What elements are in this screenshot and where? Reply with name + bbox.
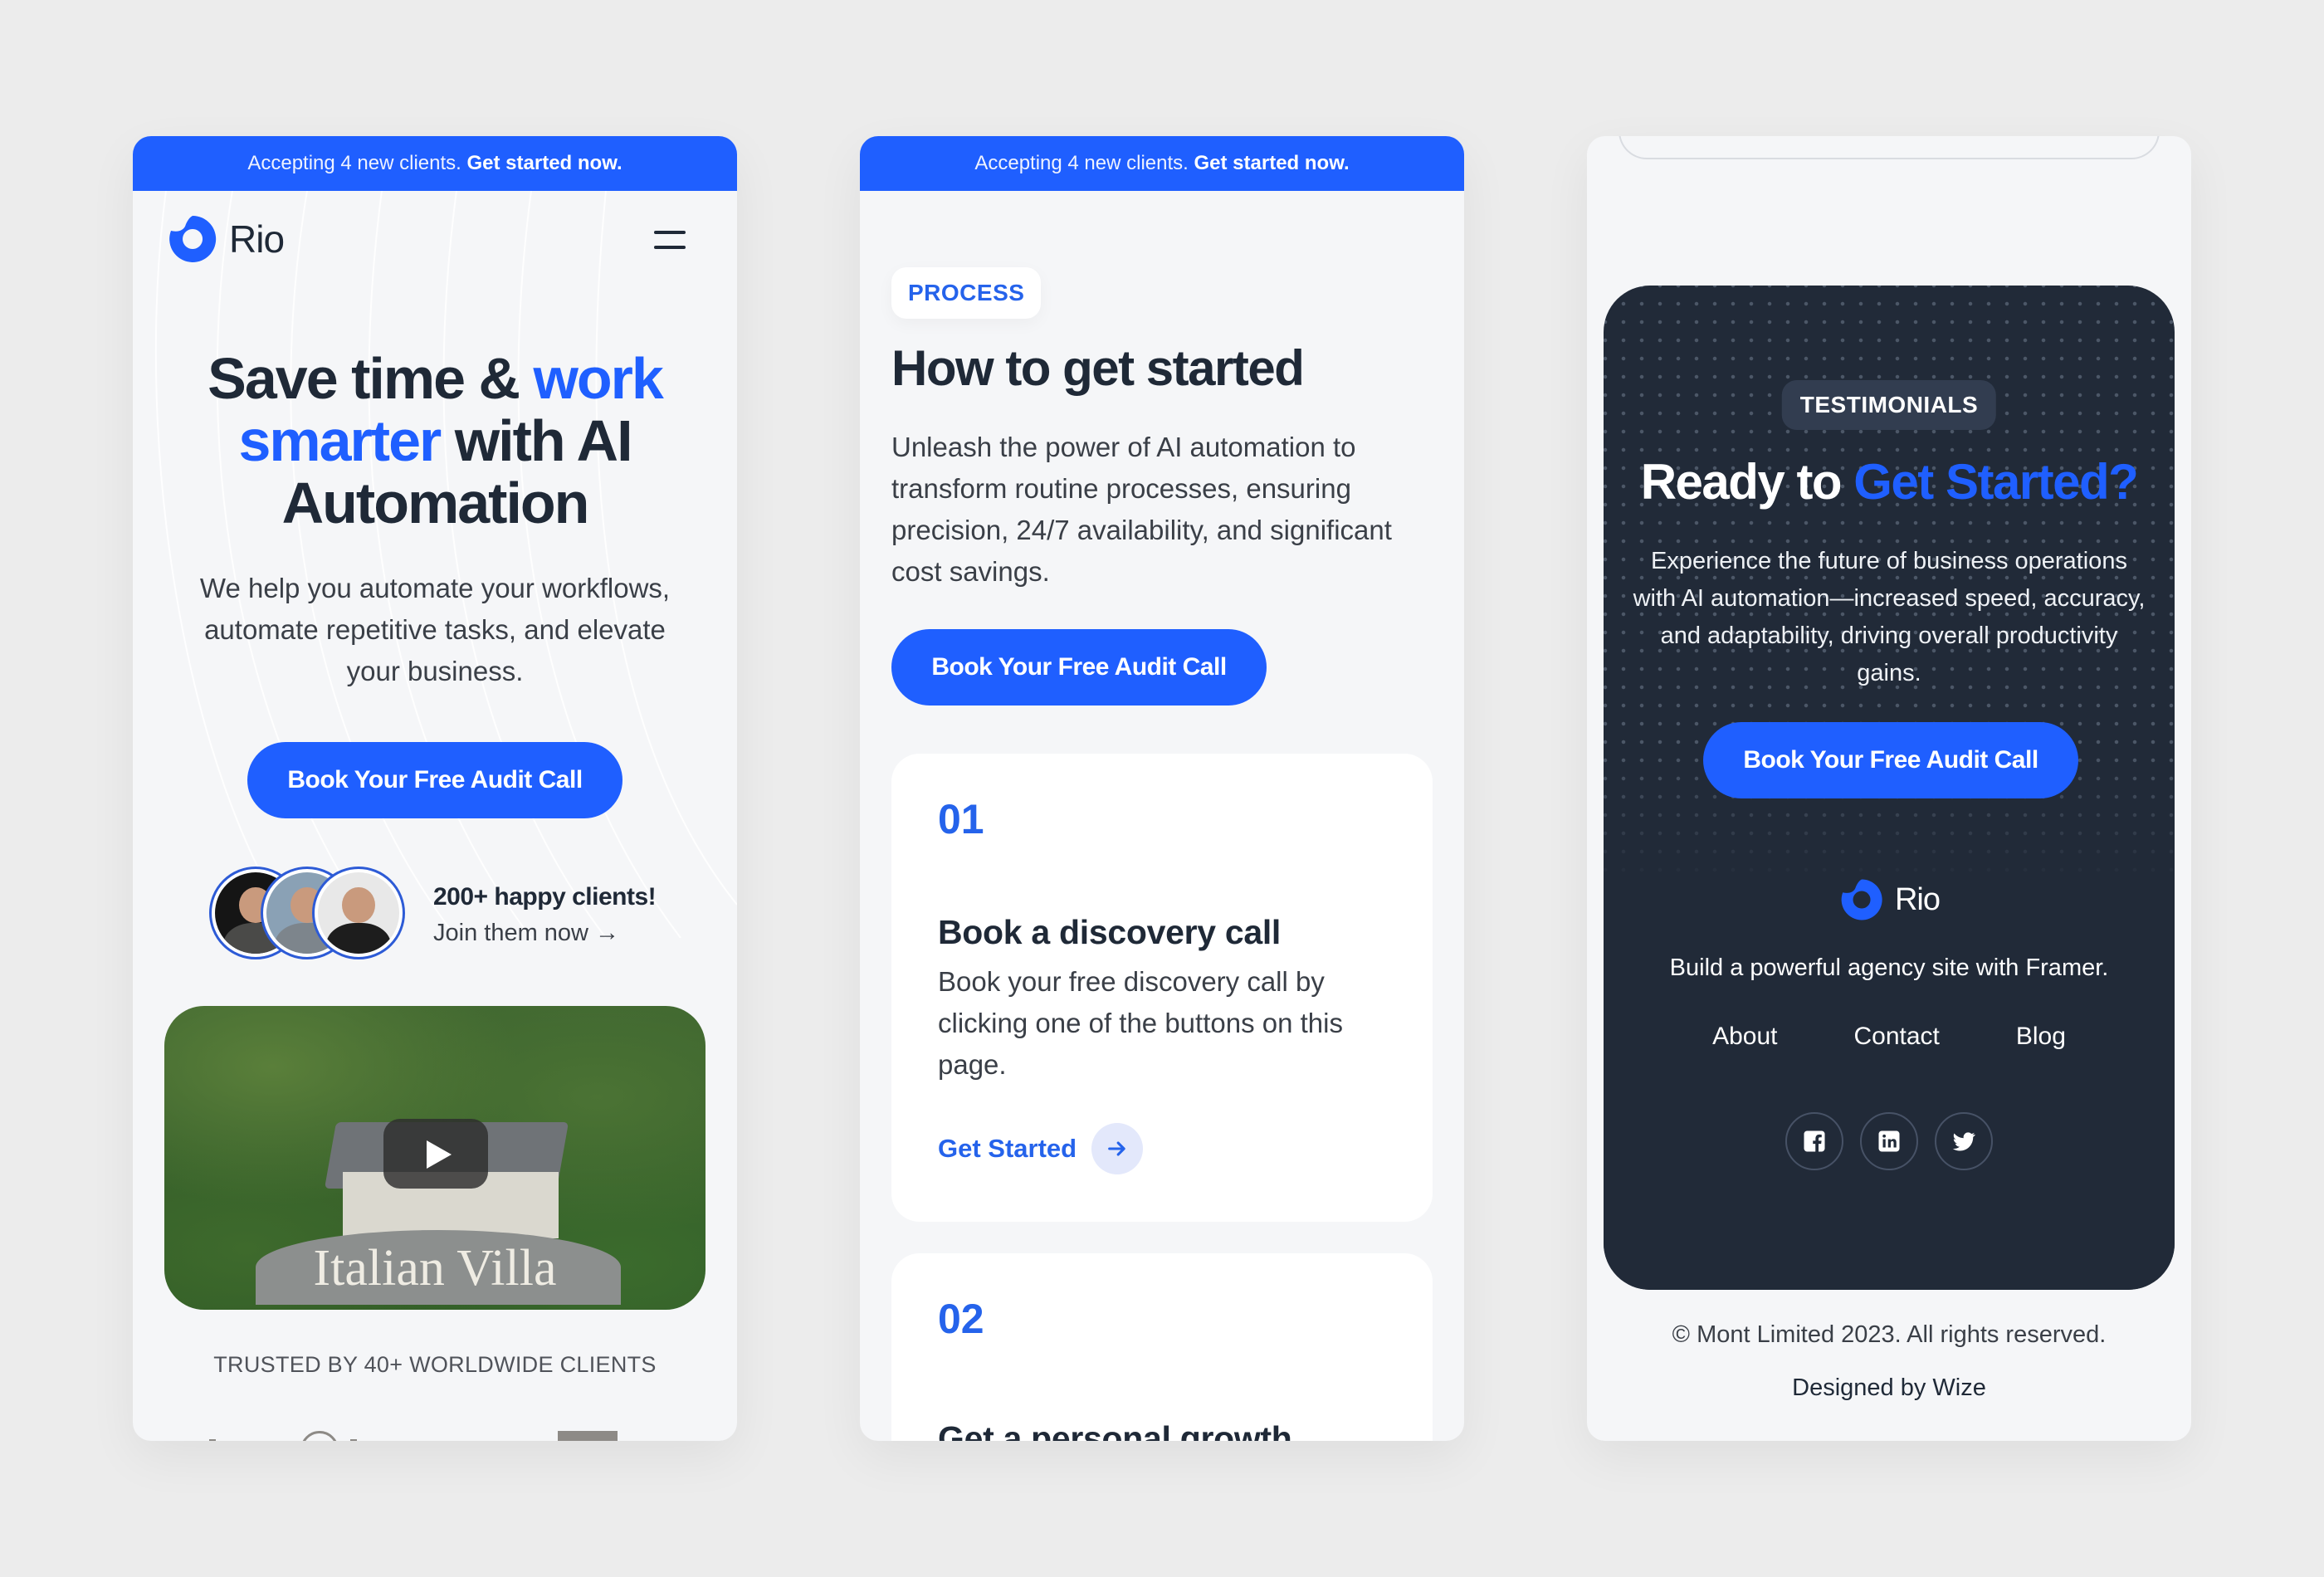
step-title: Book a discovery call xyxy=(938,913,1282,951)
step-card: 01 Book a discovery call Book your free … xyxy=(891,754,1433,1222)
logo-text: Rio xyxy=(229,217,285,261)
section-title: How to get started xyxy=(891,340,1305,396)
twitter-icon xyxy=(1952,1132,1975,1151)
arrow-right-icon xyxy=(1091,1123,1144,1174)
get-started-label: Get Started xyxy=(938,1134,1077,1163)
trusted-by-label: TRUSTED BY 40+ WORLDWIDE CLIENTS xyxy=(213,1352,657,1377)
section-subtitle: Unleash the power of AI automation to tr… xyxy=(891,432,1392,587)
copyright-text: © Mont Limited 2023. All rights reserved… xyxy=(1672,1321,2107,1348)
cta-title: Ready to Get Started? xyxy=(1604,453,2175,510)
client-logos xyxy=(133,1431,737,1441)
globe-logo-icon xyxy=(300,1431,339,1441)
happy-clients-count: 200+ happy clients! xyxy=(433,883,657,911)
cta-title-part1: Ready to xyxy=(1640,454,1854,510)
hamburger-icon xyxy=(654,231,686,234)
get-started-link[interactable]: Get Started xyxy=(938,1123,1144,1174)
announcement-banner[interactable]: Accepting 4 new clients. Get started now… xyxy=(860,136,1464,191)
menu-button[interactable] xyxy=(654,227,686,252)
banner-link[interactable]: Get started now. xyxy=(1194,152,1350,174)
hero-title: Save time & work smarter with AI Automat… xyxy=(166,348,704,535)
linkedin-icon xyxy=(1878,1130,1900,1152)
facebook-icon xyxy=(1804,1130,1825,1152)
book-audit-call-button[interactable]: Book Your Free Audit Call xyxy=(891,629,1267,706)
cta-title-accent: Get Started? xyxy=(1853,454,2139,510)
hamburger-icon-line xyxy=(654,246,686,249)
designed-by-credit[interactable]: Designed by Wize xyxy=(1587,1374,2191,1402)
client-logo xyxy=(209,1439,216,1441)
footer-link-about[interactable]: About xyxy=(1712,1023,1777,1051)
previous-card-edge xyxy=(1618,136,2160,159)
linkedin-link[interactable] xyxy=(1860,1112,1918,1170)
step-description: Book your free discovery call by clickin… xyxy=(938,966,1343,1080)
hero-title-part1: Save time & xyxy=(208,346,534,411)
footer-link-blog[interactable]: Blog xyxy=(2016,1023,2066,1051)
rio-logo-icon xyxy=(1841,879,1882,920)
client-logo xyxy=(558,1431,618,1441)
step-title: Get a personal growth xyxy=(938,1419,1292,1441)
social-links xyxy=(1604,1112,2175,1170)
client-logo xyxy=(350,1439,357,1441)
mobile-footer-panel: TESTIMONIALS Ready to Get Started? Exper… xyxy=(1587,136,2191,1441)
mobile-hero-panel: Accepting 4 new clients. Get started now… xyxy=(133,136,737,1441)
book-audit-call-button[interactable]: Book Your Free Audit Call xyxy=(1703,722,2078,798)
step-number: 01 xyxy=(938,796,984,842)
announcement-banner[interactable]: Accepting 4 new clients. Get started now… xyxy=(133,136,737,191)
rio-logo-icon xyxy=(169,215,217,262)
banner-link[interactable]: Get started now. xyxy=(467,152,622,174)
testimonials-eyebrow-badge: TESTIMONIALS xyxy=(1781,380,1997,430)
twitter-link[interactable] xyxy=(1935,1112,1993,1170)
footer-tagline: Build a powerful agency site with Framer… xyxy=(1669,954,2109,981)
footer-logo[interactable]: Rio xyxy=(1838,876,1941,923)
step-number: 02 xyxy=(938,1296,984,1342)
logo[interactable]: Rio xyxy=(166,212,285,266)
join-them-link[interactable]: Join them now → xyxy=(433,920,619,947)
video-title: Italian Villa xyxy=(313,1240,557,1296)
mobile-process-panel: Accepting 4 new clients. Get started now… xyxy=(860,136,1464,1441)
play-icon[interactable] xyxy=(383,1119,488,1189)
logo-text: Rio xyxy=(1894,881,1941,917)
video-player[interactable]: Italian Villa xyxy=(164,1006,706,1310)
banner-text: Accepting 4 new clients. xyxy=(974,152,1189,174)
avatar xyxy=(312,867,405,959)
process-eyebrow-badge: PROCESS xyxy=(891,267,1042,319)
cta-subtitle: Experience the future of business operat… xyxy=(1633,548,2146,686)
footer-link-contact[interactable]: Contact xyxy=(1853,1023,1939,1051)
hero-subtitle: We help you automate your workflows, aut… xyxy=(199,573,671,686)
facebook-link[interactable] xyxy=(1785,1112,1843,1170)
book-audit-call-button[interactable]: Book Your Free Audit Call xyxy=(247,742,622,818)
background-lines xyxy=(154,191,737,938)
banner-text: Accepting 4 new clients. xyxy=(247,152,461,174)
client-avatars xyxy=(209,867,408,962)
cta-footer-card: TESTIMONIALS Ready to Get Started? Exper… xyxy=(1604,286,2175,1290)
footer-nav: About Contact Blog xyxy=(1604,1023,2175,1051)
step-card: 02 Get a personal growth xyxy=(891,1253,1433,1441)
